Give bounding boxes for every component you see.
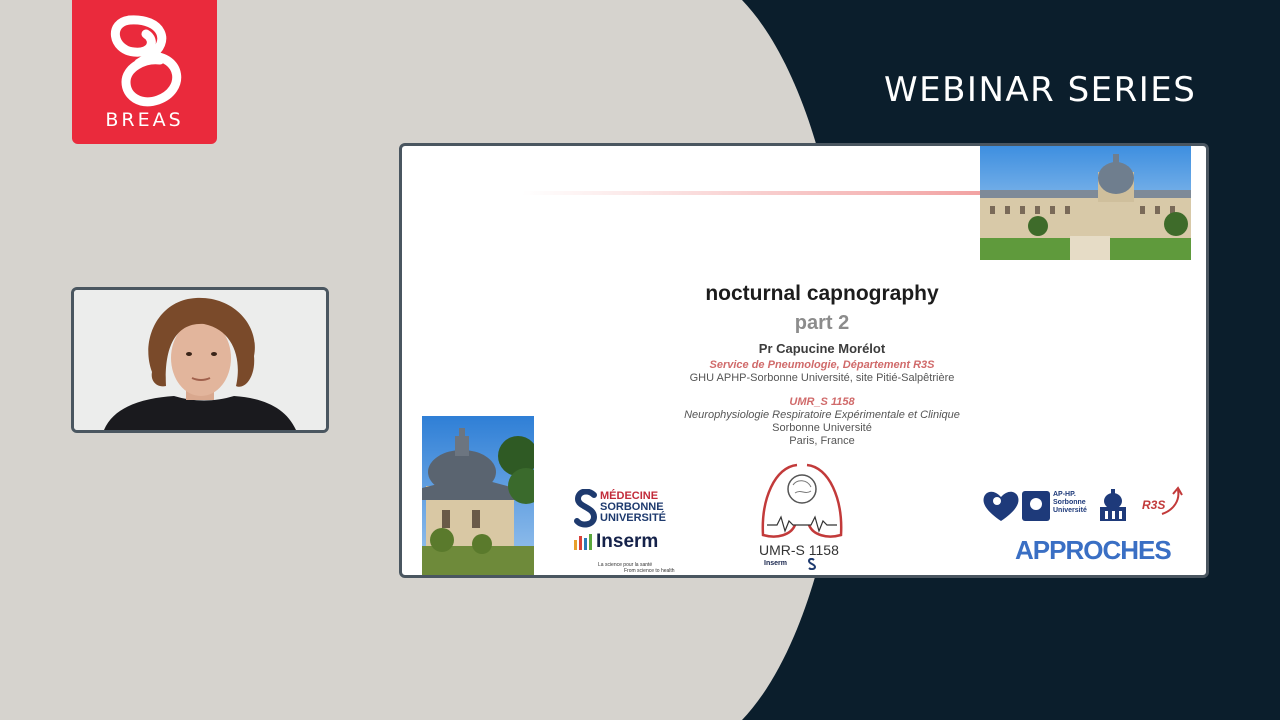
inserm-bars-icon <box>574 534 592 550</box>
slide-decorative-line <box>522 191 982 195</box>
umr-lungs-brain-icon <box>761 463 843 538</box>
slide-author: Pr Capucine Morélot <box>758 341 886 356</box>
affiliation-line: UMR_S 1158 <box>789 396 855 408</box>
sorbonne-s-icon <box>574 489 598 528</box>
slide-subtitle: part 2 <box>794 312 850 334</box>
slide-title: nocturnal capnography <box>705 282 939 305</box>
affiliation-line: Service de Pneumologie, Département R3S <box>709 359 935 371</box>
breas-logo: BREAS <box>72 0 217 144</box>
shared-slide[interactable]: nocturnal capnography part 2 Pr Capucine… <box>399 143 1209 578</box>
brand-name: BREAS <box>105 109 184 131</box>
medecine-logo-line: UNIVERSITÉ <box>600 512 667 524</box>
aphp-logo-icon <box>1022 491 1050 521</box>
inserm-logo-text: Inserm <box>596 531 659 552</box>
breas-b-logo-icon <box>110 15 181 107</box>
umr-inserm-text: Inserm <box>764 560 787 567</box>
inserm-tagline: From science to health <box>624 568 675 574</box>
approches-logo-text: APPROCHES <box>1015 535 1172 565</box>
affiliation-line: Neurophysiologie Respiratoire Expériment… <box>684 409 960 421</box>
aphp-logo-line: AP-HP. <box>1053 491 1076 498</box>
chapel-photo <box>422 416 534 575</box>
hospital-photo <box>980 146 1191 260</box>
aphp-logo-line: Université <box>1053 507 1087 514</box>
page-title: WEBINAR SERIES <box>884 70 1197 110</box>
building-dome-icon <box>1100 489 1126 521</box>
umr-sorbonne-icon <box>808 558 816 570</box>
aphp-logo-line: Sorbonne <box>1053 499 1086 506</box>
umr-logo-text: UMR-S 1158 <box>759 542 839 558</box>
webcam-tile[interactable] <box>71 287 329 433</box>
heart-logo-icon <box>983 491 1019 521</box>
presenter-video-feed <box>74 290 326 430</box>
affiliation-line: Paris, France <box>789 435 855 447</box>
affiliation-line: GHU APHP-Sorbonne Université, site Pitié… <box>689 372 955 384</box>
affiliation-line: Sorbonne Université <box>772 422 872 434</box>
r3s-arrow-icon <box>1161 486 1183 515</box>
